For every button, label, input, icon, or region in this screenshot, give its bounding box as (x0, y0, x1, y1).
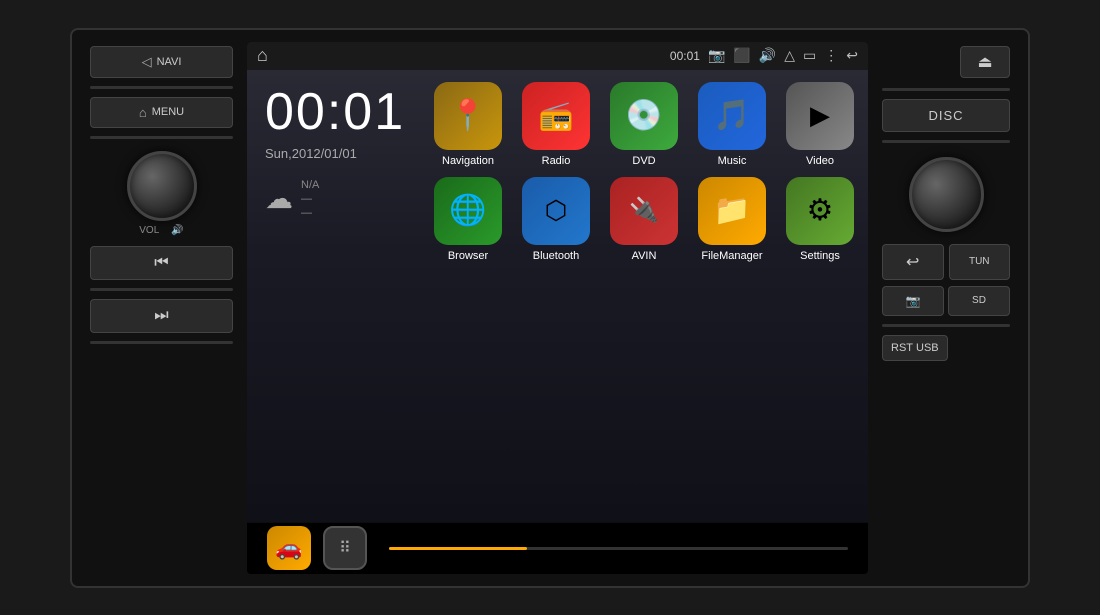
track-buttons-2: ⏭ (90, 299, 233, 333)
navi-button[interactable]: ◁ NAVI (90, 46, 233, 78)
browser-icon: 🌐 (434, 177, 502, 245)
apps-panel: 📍 Navigation 📻 Radio 💿 DVD 🎵 Music (424, 70, 868, 522)
slot-line-2 (90, 136, 233, 139)
knob-label: VOL 🔊 (139, 225, 183, 236)
radio-icon: 📻 (522, 82, 590, 150)
music-icon: 🎵 (698, 82, 766, 150)
home-icon[interactable]: ⌂ (257, 45, 268, 66)
slot-line-3 (90, 288, 233, 291)
clock-panel: 00:01 Sun,2012/01/01 ☁ N/A — — (247, 70, 424, 522)
weather-widget: ☁ N/A — — (265, 179, 414, 219)
rst-row: RST USB (882, 335, 1010, 361)
video-icon: ▶ (786, 82, 854, 150)
track-buttons: ⏮ (90, 246, 233, 280)
nav-label: Navigation (442, 155, 494, 167)
menu-icon: ⌂ (139, 105, 147, 120)
app-filemanager[interactable]: 📁 FileManager (692, 177, 772, 262)
back-button[interactable]: ↩ (882, 244, 944, 280)
bluetooth-label: Bluetooth (533, 250, 579, 262)
right-slot-1 (882, 88, 1010, 91)
slot-line-1 (90, 86, 233, 89)
app-music[interactable]: 🎵 Music (692, 82, 772, 167)
video-label: Video (806, 155, 834, 167)
big-clock: 00:01 (265, 86, 414, 138)
settings-label: Settings (800, 250, 840, 262)
app-browser[interactable]: 🌐 Browser (428, 177, 508, 262)
left-panel: ◁ NAVI ⌂ MENU VOL 🔊 ⏮ ⏭ (84, 42, 239, 574)
mute-icon: 🔊 (171, 225, 183, 236)
usb-icon: USB (916, 342, 939, 354)
rst-button[interactable]: RST USB (882, 335, 948, 361)
volume-knob[interactable] (127, 151, 197, 221)
menu-label: MENU (152, 106, 184, 118)
eject-button[interactable]: ⏏ (960, 46, 1010, 78)
car-head-unit: ◁ NAVI ⌂ MENU VOL 🔊 ⏮ ⏭ ⌂ (70, 28, 1030, 588)
status-camera-icon: 📷 (708, 47, 725, 64)
navi-label: NAVI (157, 56, 182, 68)
apps-row-2: 🌐 Browser ⬡ Bluetooth 🔌 AVIN 📁 FileManag… (428, 177, 860, 262)
app-settings[interactable]: ⚙ Settings (780, 177, 860, 262)
screen-content: 00:01 Sun,2012/01/01 ☁ N/A — — 📍 Naviga (247, 70, 868, 522)
weather-info: N/A — — (301, 179, 319, 219)
dvd-icon: 💿 (610, 82, 678, 150)
app-video[interactable]: ▶ Video (780, 82, 860, 167)
dock-car-button[interactable]: 🚗 (267, 526, 311, 570)
right-panel: ⏏ DISC ↩ TUN 📷 SD RST USB (876, 42, 1016, 574)
avin-icon: 🔌 (610, 177, 678, 245)
app-dvd[interactable]: 💿 DVD (604, 82, 684, 167)
browser-label: Browser (448, 250, 488, 262)
status-back-icon[interactable]: ↩ (846, 47, 858, 64)
status-rect-icon: ▭ (803, 47, 816, 64)
music-label: Music (718, 155, 747, 167)
status-time: 00:01 (670, 49, 700, 63)
weather-cloud-icon: ☁ (265, 182, 293, 215)
app-bluetooth[interactable]: ⬡ Bluetooth (516, 177, 596, 262)
apps-row-1: 📍 Navigation 📻 Radio 💿 DVD 🎵 Music (428, 82, 860, 167)
prev-button[interactable]: ⏮ (90, 246, 233, 280)
status-triangle-icon: △ (784, 47, 795, 64)
dock-bar: 🚗 ⠿ (247, 522, 868, 574)
next-button[interactable]: ⏭ (90, 299, 233, 333)
app-navigation[interactable]: 📍 Navigation (428, 82, 508, 167)
dvd-label: DVD (632, 155, 655, 167)
dock-progress-bar (389, 547, 848, 550)
radio-label: Radio (542, 155, 571, 167)
status-more-icon: ⋮ (824, 47, 838, 64)
main-screen: ⌂ 00:01 📷 ⬛ 🔊 △ ▭ ⋮ ↩ 00:01 Sun,2012/01/… (247, 42, 868, 574)
weather-temp: N/A (301, 179, 319, 191)
right-action-row: 📷 SD (882, 286, 1010, 316)
settings-icon: ⚙ (786, 177, 854, 245)
navi-icon: ◁ (142, 54, 152, 70)
statusbar-center: 00:01 📷 ⬛ 🔊 △ ▭ ⋮ ↩ (670, 47, 858, 64)
clock-date: Sun,2012/01/01 (265, 146, 414, 161)
status-bar: ⌂ 00:01 📷 ⬛ 🔊 △ ▭ ⋮ ↩ (247, 42, 868, 70)
avin-label: AVIN (632, 250, 657, 262)
sd-button[interactable]: SD (948, 286, 1010, 316)
status-vol-icon: 🔊 (759, 47, 776, 64)
weather-condition: — (301, 193, 319, 205)
dock-grid-button[interactable]: ⠿ (323, 526, 367, 570)
tun-button[interactable]: TUN (949, 244, 1011, 280)
app-radio[interactable]: 📻 Radio (516, 82, 596, 167)
bluetooth-icon: ⬡ (522, 177, 590, 245)
camera-button[interactable]: 📷 (882, 286, 944, 316)
app-avin[interactable]: 🔌 AVIN (604, 177, 684, 262)
dock-progress-fill (389, 547, 527, 550)
files-label: FileManager (701, 250, 762, 262)
right-slot-3 (882, 324, 1010, 327)
status-conn-icon: ⬛ (733, 47, 750, 64)
files-icon: 📁 (698, 177, 766, 245)
rst-label: RST (891, 342, 913, 354)
right-nav-buttons: ↩ TUN (882, 244, 1010, 280)
weather-dash: — (301, 207, 319, 219)
slot-line-4 (90, 341, 233, 344)
right-slot-2 (882, 140, 1010, 143)
right-knob[interactable] (909, 157, 984, 232)
menu-button[interactable]: ⌂ MENU (90, 97, 233, 128)
vol-label: VOL (139, 225, 159, 236)
nav-icon: 📍 (434, 82, 502, 150)
disc-button[interactable]: DISC (882, 99, 1010, 132)
volume-knob-container: VOL 🔊 (127, 151, 197, 236)
